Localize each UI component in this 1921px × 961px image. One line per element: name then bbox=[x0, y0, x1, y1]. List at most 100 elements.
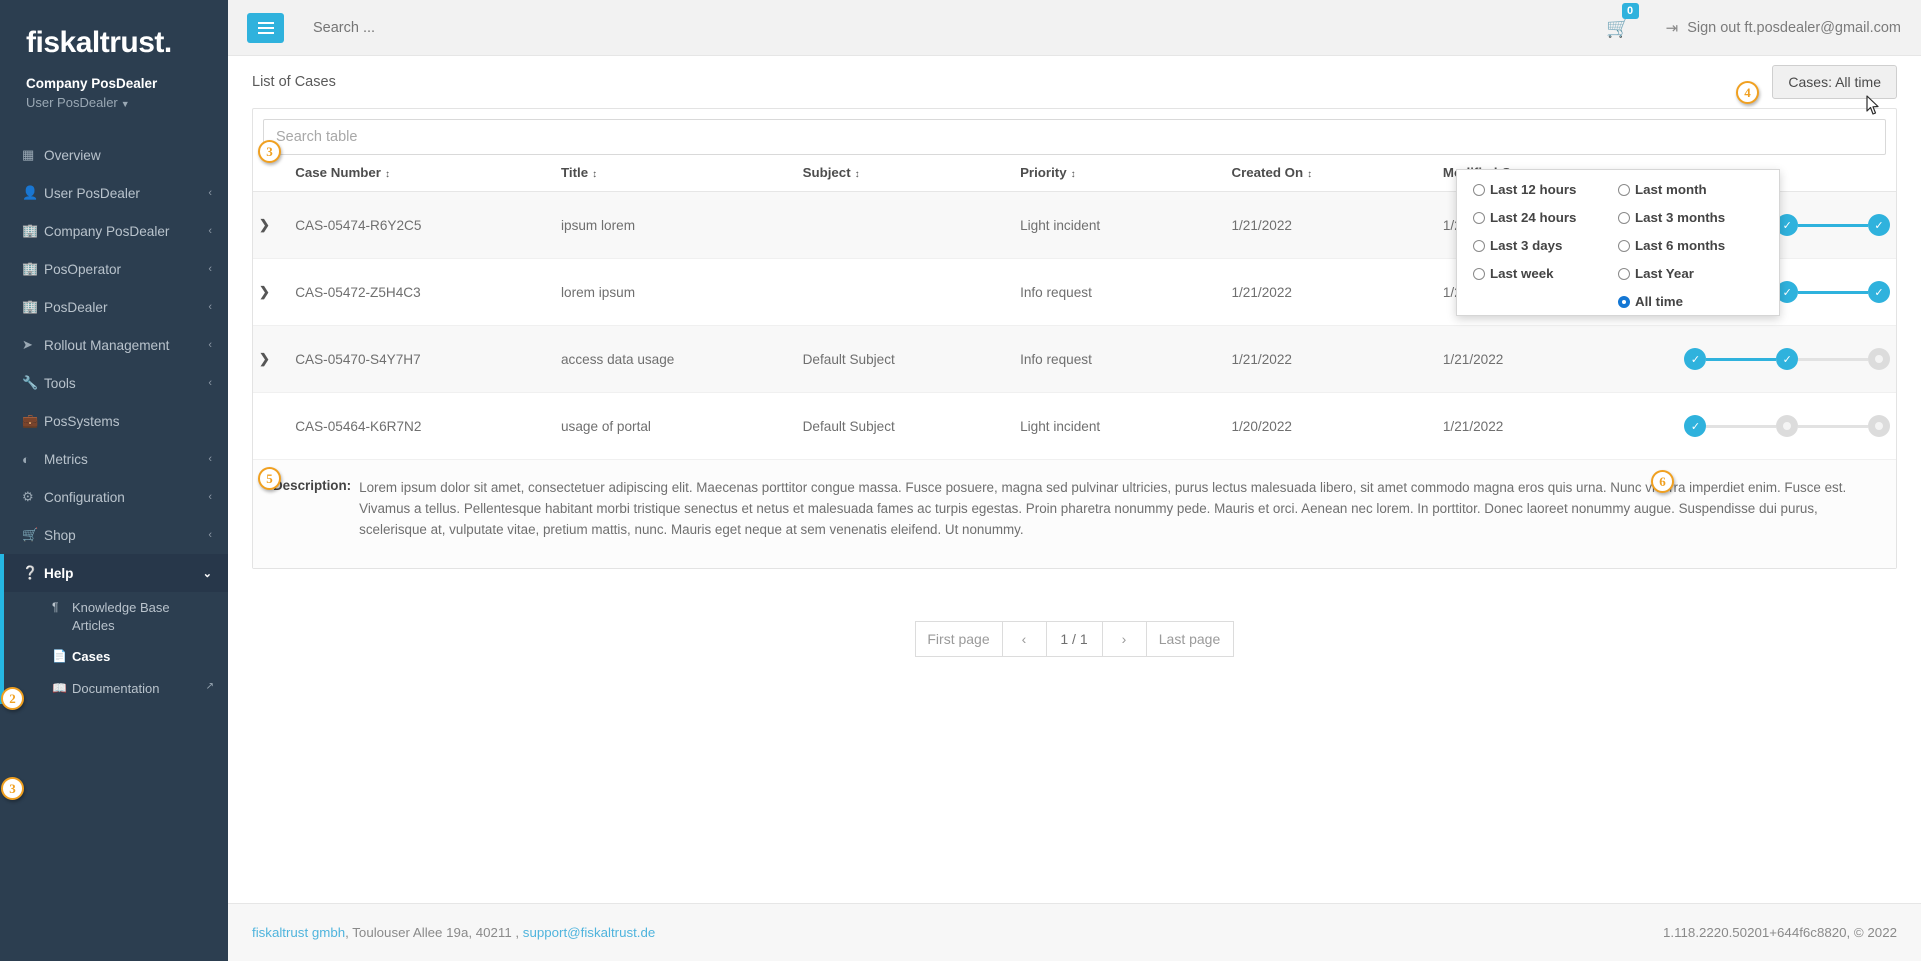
cell-status: ✓ bbox=[1678, 392, 1896, 460]
sidebar-item-label: Company PosDealer bbox=[44, 223, 170, 239]
footer-company-link[interactable]: fiskaltrust gmbh bbox=[252, 925, 345, 940]
radio-option-last-24-hours[interactable]: Last 24 hours bbox=[1473, 210, 1618, 225]
sidebar-item-user-posdealer[interactable]: 👤 User PosDealer ‹ bbox=[0, 174, 228, 212]
cell-created-on: 1/21/2022 bbox=[1225, 191, 1437, 259]
cell-priority: Light incident bbox=[1014, 392, 1226, 460]
sidebar-item-documentation[interactable]: 📖 Documentation ↗ bbox=[22, 673, 228, 705]
col-case-number[interactable]: Case Number ↕ bbox=[289, 155, 555, 192]
pagination-last-page-button[interactable]: Last page bbox=[1145, 621, 1234, 658]
brand-user-switcher[interactable]: User PosDealer ▼ bbox=[26, 95, 228, 110]
sidebar-submenu-help: ¶ Knowledge Base Articles 📄 Cases 📖 Docu… bbox=[0, 592, 228, 705]
radio-option-last-3-months[interactable]: Last 3 months bbox=[1618, 210, 1763, 225]
footer: fiskaltrust gmbh, Toulouser Allee 19a, 4… bbox=[228, 903, 1921, 961]
row-expander-cell[interactable] bbox=[253, 392, 290, 460]
cell-subject bbox=[796, 258, 1015, 326]
annotation-badge-6: 6 bbox=[1651, 470, 1674, 493]
sidebar-item-shop[interactable]: 🛒 Shop ‹ bbox=[0, 516, 228, 554]
col-created-on[interactable]: Created On ↕ bbox=[1225, 155, 1437, 192]
table-row[interactable]: CAS-05464-K6R7N2 usage of portal Default… bbox=[253, 392, 1896, 460]
global-search-input[interactable] bbox=[311, 18, 731, 37]
sort-icon: ↕ bbox=[384, 169, 390, 180]
time-range-column-left: Last 12 hours Last 24 hours Last 3 days … bbox=[1473, 182, 1618, 303]
table-search-wrap bbox=[253, 109, 1896, 155]
sidebar-item-posoperator[interactable]: 🏢 PosOperator ‹ bbox=[0, 250, 228, 288]
radio-option-last-3-days[interactable]: Last 3 days bbox=[1473, 238, 1618, 253]
time-range-column-right: Last month Last 3 months Last 6 months L… bbox=[1618, 182, 1763, 309]
pagination-prev-button[interactable]: ‹ bbox=[1001, 621, 1047, 658]
sidebar-item-help[interactable]: ❔ Help ⌄ bbox=[0, 554, 228, 592]
radio-icon[interactable] bbox=[1618, 267, 1630, 280]
cell-status: ✓ ✓ bbox=[1678, 325, 1896, 393]
cell-modified-on: 1/21/2022 bbox=[1436, 325, 1679, 393]
sidebar-item-cases[interactable]: 📄 Cases bbox=[22, 641, 228, 673]
radio-label: Last week bbox=[1490, 266, 1554, 281]
sidebar-item-tools[interactable]: 🔧 Tools ‹ bbox=[0, 364, 228, 402]
burger-line bbox=[257, 26, 274, 29]
footer-version: 1.118.2220.50201+644f6c8820, © 2022 bbox=[1663, 925, 1897, 940]
cart-button[interactable]: 🛒 0 bbox=[1600, 2, 1639, 40]
sidebar-item-possystems[interactable]: 💼 PosSystems bbox=[0, 402, 228, 440]
chevron-right-icon[interactable]: ❯ bbox=[259, 351, 270, 366]
step-done-icon: ✓ bbox=[1776, 348, 1799, 370]
cell-priority: Light incident bbox=[1014, 191, 1226, 259]
sidebar-item-posdealer[interactable]: 🏢 PosDealer ‹ bbox=[0, 288, 228, 326]
radio-option-all-time[interactable]: All time bbox=[1618, 294, 1763, 309]
sidebar-item-knowledge-base-articles[interactable]: ¶ Knowledge Base Articles bbox=[22, 592, 228, 641]
radio-label: Last 6 months bbox=[1635, 238, 1726, 253]
building-icon: 🏢 bbox=[22, 223, 39, 238]
radio-icon[interactable] bbox=[1473, 211, 1485, 224]
row-expander-cell[interactable]: ❯ bbox=[253, 258, 290, 326]
sidebar-item-overview[interactable]: ▦ Overview bbox=[0, 136, 228, 174]
row-expander-cell[interactable]: ❯ bbox=[253, 325, 290, 393]
radio-icon[interactable] bbox=[1618, 239, 1630, 252]
sidebar-item-company-posdealer[interactable]: 🏢 Company PosDealer ‹ bbox=[0, 212, 228, 250]
radio-option-last-month[interactable]: Last month bbox=[1618, 182, 1763, 197]
col-priority[interactable]: Priority ↕ bbox=[1014, 155, 1226, 192]
annotation-badge-4: 4 bbox=[1736, 81, 1759, 104]
footer-support-email-link[interactable]: support@fiskaltrust.de bbox=[523, 925, 656, 940]
annotation-badge-5: 5 bbox=[258, 467, 281, 490]
chevron-left-icon: ‹ bbox=[208, 301, 212, 313]
radio-option-last-week[interactable]: Last week bbox=[1473, 266, 1618, 281]
sign-out-label: Sign out ft.posdealer@gmail.com bbox=[1687, 19, 1901, 36]
step-connector bbox=[1798, 290, 1869, 294]
sidebar-item-label: Configuration bbox=[44, 489, 125, 505]
sidebar-item-configuration[interactable]: ⚙ Configuration ‹ bbox=[0, 478, 228, 516]
cell-created-on: 1/21/2022 bbox=[1225, 325, 1437, 393]
pagination-first-page-button[interactable]: First page bbox=[914, 621, 1003, 658]
sidebar-item-rollout-management[interactable]: ➤ Rollout Management ‹ bbox=[0, 326, 228, 364]
col-subject[interactable]: Subject ↕ bbox=[796, 155, 1015, 192]
sidebar-item-metrics[interactable]: ◐ Metrics ‹ bbox=[0, 440, 228, 478]
radio-option-last-12-hours[interactable]: Last 12 hours bbox=[1473, 182, 1618, 197]
chevron-right-icon[interactable]: ❯ bbox=[259, 284, 270, 299]
table-search-input[interactable] bbox=[263, 119, 1886, 155]
cell-case-number: CAS-05470-S4Y7H7 bbox=[289, 325, 555, 393]
cell-case-number: CAS-05464-K6R7N2 bbox=[289, 392, 555, 460]
radio-icon[interactable] bbox=[1473, 239, 1485, 252]
pagination-next-button[interactable]: › bbox=[1101, 621, 1147, 658]
brand-logo: fiskaltrust. bbox=[26, 26, 172, 59]
radio-icon[interactable] bbox=[1618, 183, 1630, 196]
pagination-current-page: 1 / 1 bbox=[1045, 621, 1103, 658]
sidebar-item-label: PosOperator bbox=[44, 261, 122, 277]
sidebar-item-label: Tools bbox=[44, 375, 76, 391]
cases-time-range-button[interactable]: Cases: All time bbox=[1772, 65, 1897, 99]
radio-icon[interactable] bbox=[1473, 183, 1485, 196]
chevron-right-icon[interactable]: ❯ bbox=[259, 217, 270, 232]
radio-icon[interactable] bbox=[1473, 267, 1485, 280]
radio-icon-selected[interactable] bbox=[1618, 295, 1630, 308]
gears-icon: ⚙ bbox=[22, 489, 34, 504]
radio-icon[interactable] bbox=[1618, 211, 1630, 224]
time-range-dropdown: Last 12 hours Last 24 hours Last 3 days … bbox=[1456, 169, 1780, 316]
sign-out-button[interactable]: ⇥ Sign out ft.posdealer@gmail.com bbox=[1666, 19, 1901, 37]
menu-toggle-button[interactable] bbox=[247, 12, 284, 43]
cell-title: access data usage bbox=[555, 325, 797, 393]
col-title[interactable]: Title ↕ bbox=[555, 155, 797, 192]
cell-created-on: 1/21/2022 bbox=[1225, 258, 1437, 326]
table-row[interactable]: ❯ CAS-05470-S4Y7H7 access data usage Def… bbox=[253, 325, 1896, 393]
radio-option-last-year[interactable]: Last Year bbox=[1618, 266, 1763, 281]
row-expander-cell[interactable]: ❯ bbox=[253, 191, 290, 259]
cell-created-on: 1/20/2022 bbox=[1225, 392, 1437, 460]
radio-option-last-6-months[interactable]: Last 6 months bbox=[1618, 238, 1763, 253]
chevron-down-icon: ⌄ bbox=[202, 567, 212, 580]
